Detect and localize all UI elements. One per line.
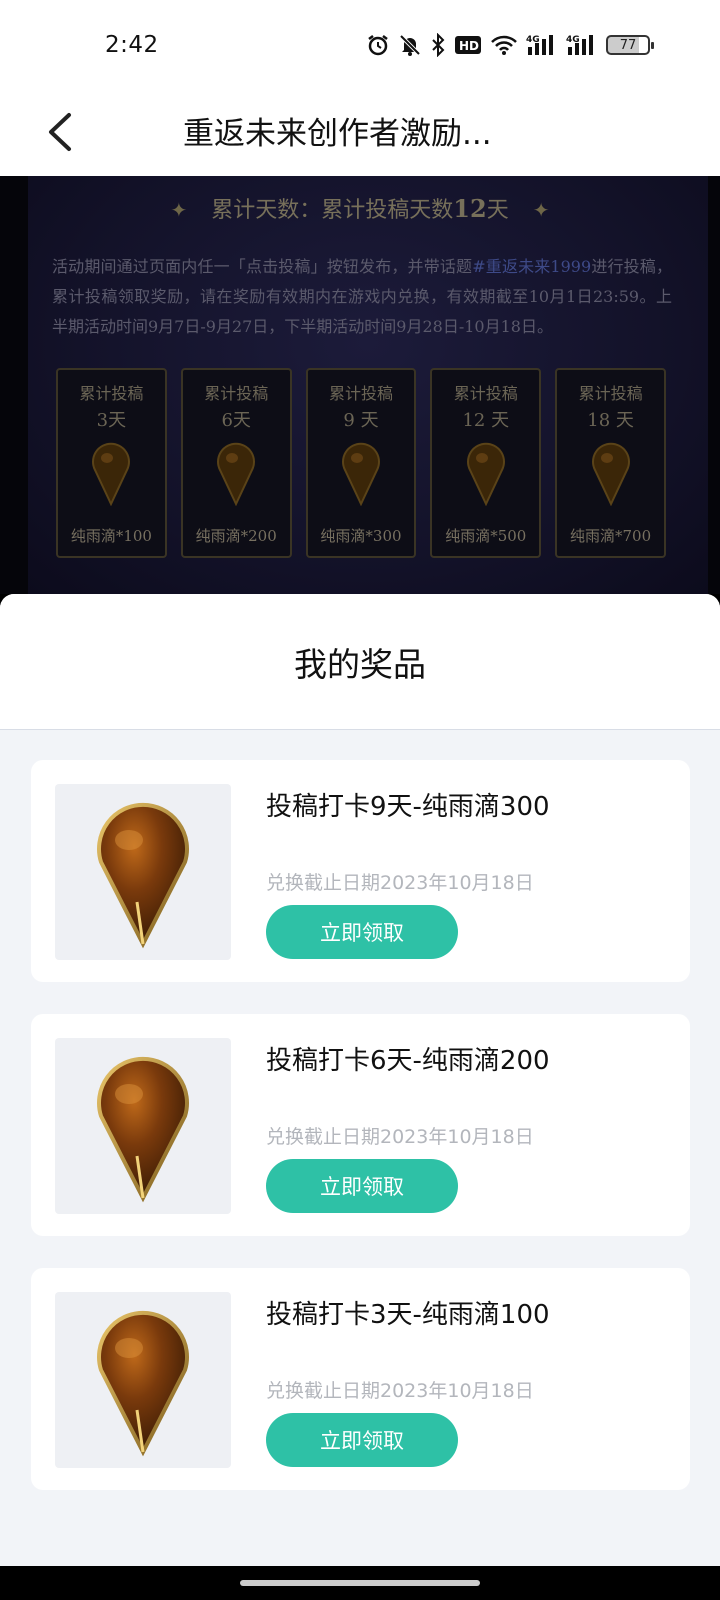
tier-label: 累计投稿 (578, 384, 643, 403)
status-bar: 2:42 HD 4G 4G 77 (0, 0, 720, 90)
banner-title: ✦ 累计天数：累计投稿天数12天 ✦ (0, 192, 720, 224)
hd-voice-icon: HD (454, 32, 482, 58)
tier-label: 累计投稿 (204, 384, 269, 403)
banner-title-prefix: 累计天数：累计投稿天数 (211, 198, 454, 223)
bluetooth-icon (430, 32, 446, 58)
reward-tier-card: 累计投稿 3天 纯雨滴*100 (56, 368, 167, 558)
sheet-title: 我的奖品 (294, 644, 426, 684)
back-button[interactable] (30, 102, 90, 162)
event-banner: ✦ 累计天数：累计投稿天数12天 ✦ 活动期间通过页面内任一「点击投稿」按钮发布，并… (0, 176, 720, 594)
tier-label: 累计投稿 (328, 384, 393, 403)
system-nav-bar (0, 1566, 720, 1600)
topic-link[interactable]: #重返未来1999 (472, 257, 591, 276)
banner-title-suffix: 天 (486, 198, 509, 223)
status-icons: HD 4G 4G 77 (366, 32, 654, 58)
tier-days: 12 天 (462, 410, 510, 431)
prize-deadline: 兑换截止日期2023年10月18日 (266, 872, 534, 894)
tier-amount: 纯雨滴*500 (445, 527, 527, 545)
raindrop-gem-icon (342, 442, 380, 506)
prize-thumbnail (55, 1292, 231, 1468)
reward-tier-card: 累计投稿 18 天 纯雨滴*700 (555, 368, 666, 558)
raindrop-gem-icon (466, 442, 505, 506)
raindrop-gem-icon (591, 442, 630, 506)
raindrop-gem-icon (217, 442, 256, 506)
prize-thumbnail (55, 784, 231, 960)
prize-deadline: 兑换截止日期2023年10月18日 (266, 1380, 534, 1402)
home-indicator[interactable] (240, 1580, 480, 1586)
raindrop-gem-icon (97, 802, 189, 949)
star-icon: ✦ (170, 198, 188, 222)
my-prizes-sheet: 我的奖品 投稿打卡9天-纯雨滴300 兑换截止日期2023年10月18日 立即领… (0, 594, 720, 1566)
page-title: 重返未来创作者激励... (183, 116, 492, 152)
raindrop-gem-icon (97, 1056, 189, 1203)
tier-amount: 纯雨滴*700 (570, 527, 652, 545)
svg-text:HD: HD (459, 39, 479, 53)
chevron-left-icon (49, 113, 71, 151)
star-icon: ✦ (532, 198, 550, 222)
desc-text: 活动期间通过页面内任一「点击投稿」按钮发布，并带话题 (52, 257, 473, 276)
tier-label: 累计投稿 (79, 384, 144, 403)
banner-description: 活动期间通过页面内任一「点击投稿」按钮发布，并带话题#重返未来1999进行投稿，… (52, 252, 672, 342)
tier-amount: 纯雨滴*100 (70, 527, 152, 545)
prize-name: 投稿打卡9天-纯雨滴300 (266, 792, 550, 822)
tier-days: 18 天 (587, 410, 634, 431)
prize-thumbnail (55, 1038, 231, 1214)
battery-icon: 77 (606, 35, 654, 55)
claim-button[interactable]: 立即领取 (266, 1413, 458, 1467)
tier-label: 累计投稿 (453, 384, 518, 403)
wifi-icon (490, 32, 518, 58)
tier-days: 3天 (96, 410, 127, 431)
reward-tiers: 累计投稿 3天 纯雨滴*100 累计投稿 6天 纯雨滴*200 累计投稿 9 天… (56, 368, 666, 558)
signal-4g-icon: 4G (526, 32, 558, 58)
signal-4g-icon: 4G (566, 32, 598, 58)
prize-card: 投稿打卡3天-纯雨滴100 兑换截止日期2023年10月18日 立即领取 (31, 1268, 690, 1490)
alarm-icon (366, 32, 390, 58)
nav-bar: 重返未来创作者激励... (0, 90, 720, 176)
prize-name: 投稿打卡6天-纯雨滴200 (266, 1046, 550, 1076)
sheet-header: 我的奖品 (0, 594, 720, 730)
raindrop-gem-icon (97, 1310, 189, 1457)
tier-amount: 纯雨滴*200 (195, 527, 277, 545)
tier-days: 9 天 (343, 410, 379, 431)
battery-level: 77 (619, 37, 637, 53)
prize-deadline: 兑换截止日期2023年10月18日 (266, 1126, 534, 1148)
tier-days: 6天 (221, 410, 251, 431)
claim-button[interactable]: 立即领取 (266, 1159, 458, 1213)
prize-card: 投稿打卡9天-纯雨滴300 兑换截止日期2023年10月18日 立即领取 (31, 760, 690, 982)
prize-list: 投稿打卡9天-纯雨滴300 兑换截止日期2023年10月18日 立即领取 投稿打… (0, 730, 720, 1490)
prize-card: 投稿打卡6天-纯雨滴200 兑换截止日期2023年10月18日 立即领取 (31, 1014, 690, 1236)
banner-title-days: 12 (453, 194, 487, 223)
reward-tier-card: 累计投稿 6天 纯雨滴*200 (180, 368, 292, 558)
mute-icon (398, 32, 422, 58)
status-time: 2:42 (105, 32, 159, 58)
reward-tier-card: 累计投稿 9 天 纯雨滴*300 (305, 368, 417, 558)
claim-button[interactable]: 立即领取 (266, 905, 458, 959)
reward-tier-card: 累计投稿 12 天 纯雨滴*500 (430, 368, 542, 558)
prize-name: 投稿打卡3天-纯雨滴100 (266, 1300, 550, 1330)
tier-amount: 纯雨滴*300 (320, 527, 402, 545)
raindrop-gem-icon (92, 442, 131, 506)
